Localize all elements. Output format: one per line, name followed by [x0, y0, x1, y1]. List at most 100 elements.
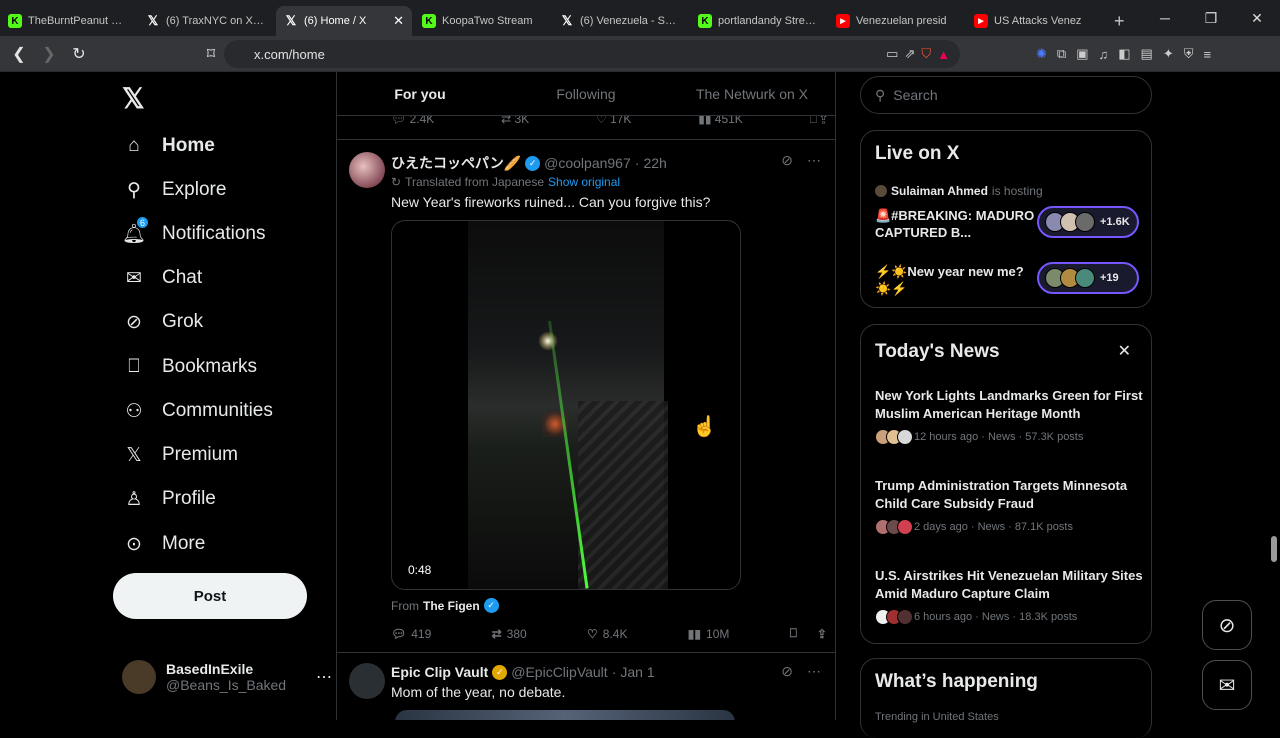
share-icon[interactable]: ⇗ [904, 46, 915, 62]
close-tab-icon[interactable]: ✕ [393, 13, 404, 29]
live-space-title[interactable]: ⚡☀️New year new me? ☀️⚡ [875, 263, 1035, 297]
minimize-icon[interactable]: ─ [1142, 0, 1188, 36]
brave-shield-icon[interactable]: ⛉ [921, 46, 931, 62]
firework-glow [538, 331, 558, 351]
x-icon: 𝕏 [285, 13, 297, 28]
grok-float-button[interactable]: ⊘ [1202, 600, 1252, 650]
video-duration: 0:48 [404, 561, 436, 579]
browser-tab[interactable]: K KoopaTwo Stream [414, 6, 550, 36]
more-dots-icon[interactable]: ⋯ [316, 667, 332, 687]
close-icon[interactable]: ✕ [1118, 341, 1131, 361]
show-original-link[interactable]: Show original [548, 175, 620, 189]
brave-rewards-icon[interactable]: ▲ [937, 47, 950, 62]
nav-grok[interactable]: ⊘ Grok [122, 310, 203, 334]
close-window-icon[interactable]: ✕ [1234, 0, 1280, 36]
browser-tab[interactable]: Kportlandandy Stream [690, 6, 826, 36]
search-input[interactable]: ⚲ Search [860, 76, 1152, 114]
verified-badge-icon: ✓ [492, 664, 508, 680]
vpn-shield-icon[interactable]: ⛨ [1184, 46, 1194, 62]
browser-tab[interactable]: ▶ Venezuelan presid [828, 6, 964, 36]
nav-communities[interactable]: ⚇ Communities [122, 399, 272, 423]
browser-tab[interactable]: 𝕏 (6) TraxNYC on X: "An [138, 6, 274, 36]
vpn-icon[interactable]: ✺ [1036, 46, 1047, 62]
browser-tab-active[interactable]: 𝕏 (6) Home / X ✕ [276, 6, 412, 36]
live-space-title[interactable]: 🚨#BREAKING: MADURO CAPTURED B... [875, 207, 1035, 241]
back-icon[interactable]: ❮ [6, 41, 32, 67]
more-dots-icon[interactable]: ⋯ [807, 663, 821, 680]
maximize-icon[interactable]: ❐ [1188, 0, 1234, 36]
forward-icon[interactable]: ❯ [36, 41, 62, 67]
notification-badge: 6 [136, 216, 149, 229]
more-dots-icon[interactable]: ⋯ [807, 152, 821, 169]
extensions-icon[interactable]: ⧉ [1057, 46, 1066, 62]
tweet-header: ひえたコッペパン🥖 ✓ @coolpan967 · 22h [391, 155, 667, 171]
tab-search-icon[interactable]: ▣ [1076, 46, 1088, 62]
youtube-icon: ▶ [836, 14, 850, 28]
wallet-icon[interactable]: ▤ [1141, 46, 1153, 62]
browser-tab[interactable]: 𝕏(6) Venezuela - Search [552, 6, 688, 36]
views-button[interactable]: ▮▮ 10M [688, 627, 730, 641]
heart-icon: ♡ [587, 626, 598, 641]
x-logo-icon[interactable]: 𝕏 [122, 82, 145, 115]
news-item[interactable]: New York Lights Landmarks Green for Firs… [875, 387, 1143, 445]
media-icon[interactable]: ♫ [1099, 47, 1109, 62]
trending-subtitle: Trending in United States [875, 711, 999, 723]
news-item[interactable]: U.S. Airstrikes Hit Venezuelan Military … [875, 567, 1143, 625]
youtube-icon: ▶ [974, 14, 988, 28]
nav-premium[interactable]: 𝕏 Premium [122, 443, 238, 467]
tab-following[interactable]: Following [503, 72, 669, 115]
new-tab-icon[interactable]: + [1104, 6, 1135, 36]
kick-icon: K [698, 14, 712, 28]
x-logo-icon: 𝕏 [126, 444, 142, 466]
avatar [875, 185, 887, 197]
repost-icon: ⇄ [491, 626, 502, 641]
url-field[interactable]: x.com/home ▭ ⇗ ⛉ ▲ [224, 40, 960, 68]
space-listeners-pill[interactable]: +1.6K [1037, 206, 1139, 238]
reply-button[interactable]: 💬︎ 419 [391, 627, 431, 641]
avatar-stack [875, 519, 913, 535]
space-listeners-pill[interactable]: +19 [1037, 262, 1139, 294]
menu-icon[interactable]: ≡ [1204, 47, 1212, 62]
nav-home[interactable]: ⌂ Home [122, 134, 215, 158]
tab-for-you[interactable]: For you [337, 72, 503, 115]
sidebar-toggle-icon[interactable]: ◧ [1118, 46, 1130, 62]
post-button[interactable]: Post [113, 573, 307, 619]
tweet-video[interactable]: 0:48 [391, 220, 741, 590]
browser-tab-strip: K TheBurntPeanut Strea 𝕏 (6) TraxNYC on X:… [0, 0, 1280, 36]
bookmark-share-buttons[interactable]: ⎕ ⇪ [790, 626, 827, 641]
leo-icon[interactable]: ✦ [1163, 46, 1174, 62]
grok-icon[interactable]: ⊘ [781, 663, 793, 680]
tweet[interactable]: ひえたコッペパン🥖 ✓ @coolpan967 · 22h ⊘ ⋯ ↻ Tran… [337, 140, 835, 652]
feed-tabs: For you Following The Netwurk on X [337, 72, 835, 116]
whats-happening-card: What’s happening Trending in United Stat… [860, 658, 1152, 738]
bookmark-page-icon[interactable]: ⌑ [198, 41, 224, 67]
nav-explore[interactable]: ⚲ Explore [122, 178, 226, 202]
news-item[interactable]: Trump Administration Targets Minnesota C… [875, 477, 1143, 535]
browser-tab[interactable]: K TheBurntPeanut Strea [0, 6, 136, 36]
messages-float-button[interactable]: ✉ [1202, 660, 1252, 710]
scrollbar-thumb[interactable] [1271, 536, 1277, 562]
todays-news-card: Today's News ✕ New York Lights Landmarks… [860, 324, 1152, 644]
nav-bookmarks[interactable]: ⎕ Bookmarks [122, 355, 257, 379]
nav-chat[interactable]: ✉ Chat [122, 266, 202, 290]
scrollbar[interactable] [1268, 72, 1280, 720]
avatar [1075, 212, 1095, 232]
avatar-stack [875, 609, 913, 625]
browser-tab[interactable]: ▶ US Attacks Venez [966, 6, 1102, 36]
tweet-media-preview[interactable] [395, 710, 735, 720]
space-host[interactable]: Sulaiman Ahmed is hosting [875, 184, 1043, 198]
nav-notifications[interactable]: 🔔︎ 6 Notifications [122, 216, 266, 246]
tweet-text: Mom of the year, no debate. [391, 684, 566, 700]
nav-profile[interactable]: ♙ Profile [122, 487, 215, 511]
grok-icon[interactable]: ⊘ [781, 152, 793, 169]
video-frame [468, 221, 668, 589]
repost-button[interactable]: ⇄ 380 [492, 627, 527, 641]
tab-netwurk[interactable]: The Netwurk on X [669, 72, 835, 115]
reload-icon[interactable]: ↻ [66, 41, 92, 67]
nav-more[interactable]: ⊙ More [122, 532, 205, 556]
account-switcher[interactable]: BasedInExile @Beans_Is_Baked ⋯ [122, 660, 332, 694]
like-button[interactable]: ♡ 8.4K [587, 627, 627, 641]
avatar[interactable] [349, 152, 385, 188]
cast-icon[interactable]: ▭ [886, 46, 898, 62]
avatar[interactable] [349, 663, 385, 699]
